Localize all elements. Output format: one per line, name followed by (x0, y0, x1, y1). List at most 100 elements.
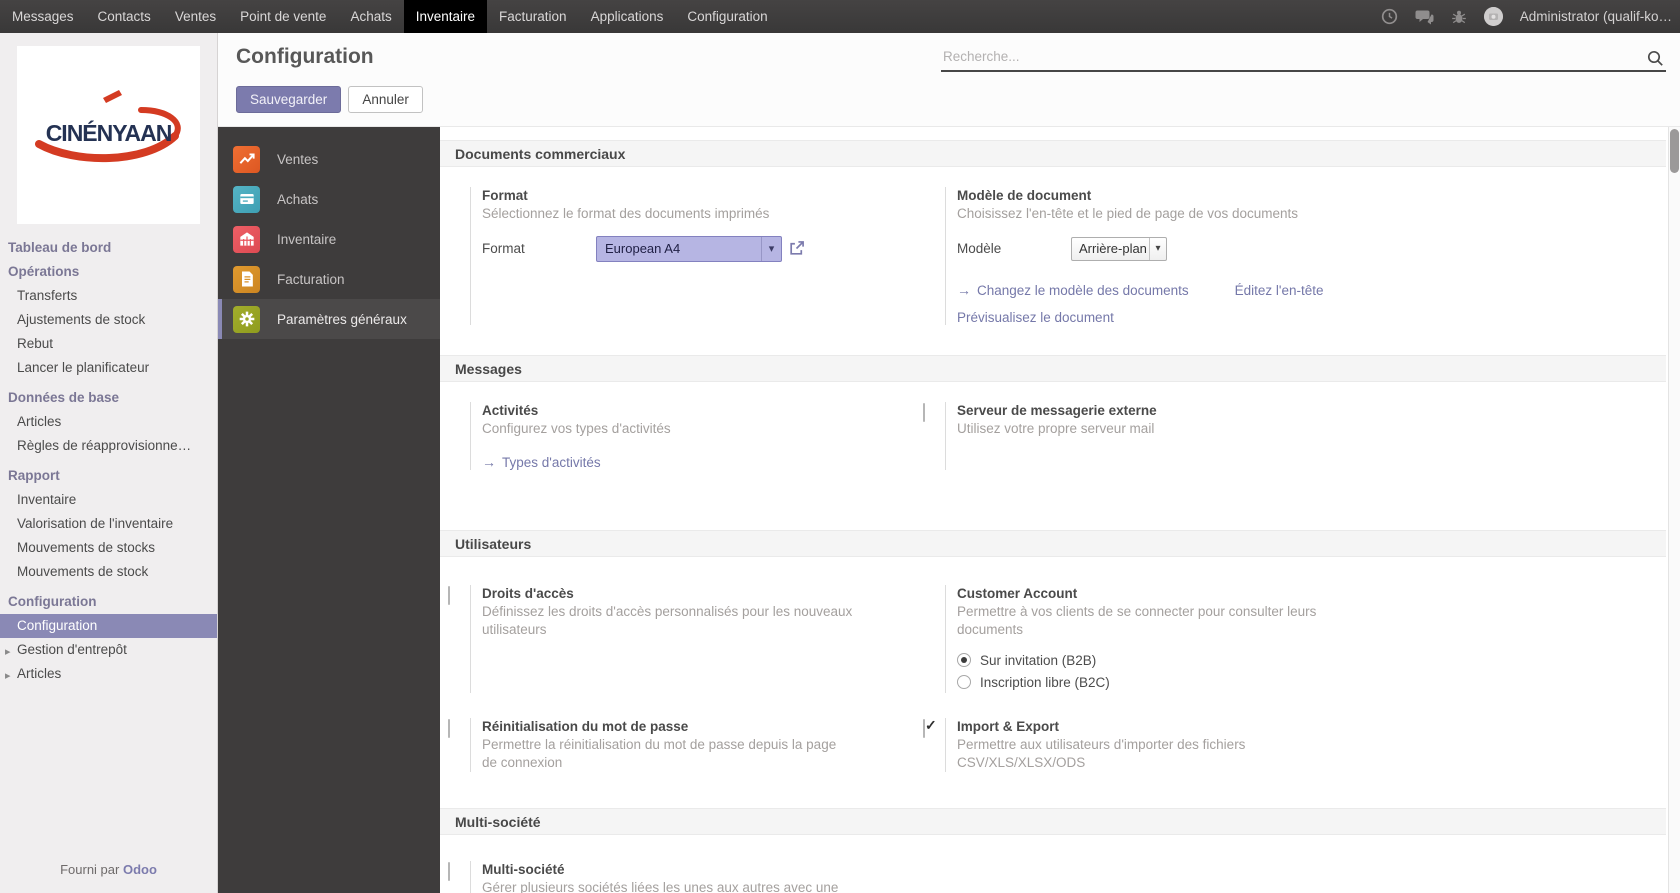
sidebar-item-articles[interactable]: Articles (0, 410, 217, 434)
building-icon (233, 225, 260, 253)
setting-desc: Permettre à vos clients de se connecter … (957, 604, 1317, 637)
setting-desc: Sélectionnez le format des documents imp… (482, 206, 770, 221)
chart-icon (233, 145, 260, 173)
sidebar-item-mouvements-stock[interactable]: Mouvements de stock (0, 560, 217, 584)
setting-box-customer-account: Customer Account Permettre à vos clients… (923, 585, 1640, 693)
user-menu[interactable]: Administrator (qualif-ko… (1520, 9, 1672, 24)
activity-types-link[interactable]: Types d'activités (502, 455, 601, 470)
radio-b2b[interactable]: Sur invitation (B2B) (957, 649, 1640, 671)
sidebar-item-operations[interactable]: Opérations (0, 260, 217, 284)
nav-point-de-vente[interactable]: Point de vente (228, 0, 338, 33)
search-icon[interactable] (1646, 49, 1664, 72)
scrollbar-thumb[interactable] (1670, 129, 1679, 173)
sidebar-item-rebut[interactable]: Rebut (0, 332, 217, 356)
chevron-down-icon: ▾ (1149, 237, 1166, 260)
radio-button[interactable] (957, 675, 971, 689)
paper-format-dropdown[interactable]: European A4 ▾ (596, 235, 782, 262)
sidebar-item-configuration-selected[interactable]: Configuration (0, 614, 217, 638)
sidebar-item-label: Gestion d'entrepôt (17, 642, 127, 657)
setting-box-reinitialisation: Réinitialisation du mot de passe Permett… (448, 718, 910, 772)
radio-label: Sur invitation (B2B) (980, 652, 1097, 668)
mail-server-checkbox[interactable] (923, 403, 925, 422)
arrow-right-icon: → (482, 454, 496, 470)
page-title: Configuration (236, 45, 374, 68)
section-title: Multi-société (455, 814, 541, 830)
setting-box-activites: Activités Configurez vos types d'activit… (448, 402, 910, 470)
password-reset-checkbox[interactable] (448, 719, 450, 738)
import-export-checkbox[interactable] (923, 719, 925, 738)
setting-desc: Utilisez votre propre serveur mail (957, 421, 1155, 436)
settings-nav: Ventes Achats Inventaire Facturation Par… (218, 127, 440, 893)
user-avatar[interactable] (1483, 7, 1503, 26)
settings-tab-label: Achats (277, 191, 319, 207)
settings-tab-facturation[interactable]: Facturation (218, 259, 440, 299)
radio-button[interactable] (957, 653, 971, 667)
sidebar-menu: Tableau de bord Opérations Transferts Aj… (0, 236, 217, 686)
edit-header-link[interactable]: Éditez l'en-tête (1235, 283, 1324, 298)
nav-ventes[interactable]: Ventes (163, 0, 228, 33)
change-template-link[interactable]: Changez le modèle des documents (977, 283, 1189, 298)
company-logo: CINÉNYAAN (17, 46, 200, 224)
sidebar-item-inventaire[interactable]: Inventaire (0, 488, 217, 512)
sidebar-item-transferts[interactable]: Transferts (0, 284, 217, 308)
section-title: Utilisateurs (455, 536, 532, 552)
powered-by-text: Fourni par (60, 862, 120, 877)
cancel-button[interactable]: Annuler (348, 86, 423, 113)
odoo-link[interactable]: Odoo (123, 862, 157, 877)
sidebar-item-regles-reappro[interactable]: Règles de réapprovisionne… (0, 434, 217, 458)
radio-label: Inscription libre (B2C) (980, 674, 1110, 690)
setting-box-format: Format Sélectionnez le format des docume… (448, 187, 910, 325)
field-label: Modèle (957, 241, 1002, 256)
section-utilisateurs: Utilisateurs (440, 530, 1666, 557)
access-rights-checkbox[interactable] (448, 586, 450, 605)
template-select[interactable]: Arrière-plan ▾ (1071, 236, 1167, 261)
settings-tab-ventes[interactable]: Ventes (218, 139, 440, 179)
nav-facturation[interactable]: Facturation (487, 0, 579, 33)
setting-desc: Configurez vos types d'activités (482, 421, 671, 436)
section-multi-societe: Multi-société (440, 808, 1666, 835)
sidebar-item-ajustements[interactable]: Ajustements de stock (0, 308, 217, 332)
logo-text: CINÉNYAAN (45, 120, 173, 146)
sidebar-item-configuration-header[interactable]: Configuration (0, 590, 217, 614)
powered-by: Fourni par Odoo (0, 862, 217, 877)
nav-contacts[interactable]: Contacts (86, 0, 163, 33)
scrollbar[interactable] (1668, 127, 1680, 893)
nav-achats[interactable]: Achats (338, 0, 403, 33)
sidebar-item-rapport[interactable]: Rapport (0, 464, 217, 488)
sidebar-item-tableau-de-bord[interactable]: Tableau de bord (0, 236, 217, 260)
card-icon (233, 185, 260, 213)
nav-inventaire-active[interactable]: Inventaire (403, 0, 488, 33)
sidebar-item-planificateur[interactable]: Lancer le planificateur (0, 356, 217, 380)
save-button[interactable]: Sauvegarder (236, 86, 342, 113)
settings-tab-label: Inventaire (277, 231, 337, 247)
nav-messages[interactable]: Messages (0, 0, 86, 33)
sidebar-item-donnees-de-base[interactable]: Données de base (0, 386, 217, 410)
setting-box-droits-acces: Droits d'accès Définissez les droits d'a… (448, 585, 910, 693)
sidebar-item-valorisation[interactable]: Valorisation de l'inventaire (0, 512, 217, 536)
chevron-right-icon: ▸ (5, 646, 11, 658)
nav-applications[interactable]: Applications (579, 0, 676, 33)
setting-title: Multi-société (482, 862, 565, 877)
bug-icon[interactable] (1451, 9, 1467, 25)
settings-tab-achats[interactable]: Achats (218, 179, 440, 219)
radio-b2c[interactable]: Inscription libre (B2C) (957, 671, 1640, 693)
sidebar-item-gestion-entrepot[interactable]: ▸ Gestion d'entrepôt (0, 638, 217, 662)
settings-content: Documents commerciaux Format Sélectionne… (440, 127, 1680, 893)
external-link-icon[interactable] (788, 240, 805, 257)
control-panel: Configuration Sauvegarder Annuler (218, 33, 1680, 127)
preview-document-link[interactable]: Prévisualisez le document (957, 310, 1114, 325)
settings-tab-parametres-generaux[interactable]: Paramètres généraux (218, 299, 440, 339)
setting-title: Serveur de messagerie externe (957, 403, 1157, 418)
chevron-down-icon: ▾ (761, 236, 781, 261)
search-input[interactable] (941, 39, 1631, 64)
clock-icon[interactable] (1381, 8, 1398, 25)
sidebar-item-mouvements-stocks[interactable]: Mouvements de stocks (0, 536, 217, 560)
settings-tab-inventaire[interactable]: Inventaire (218, 219, 440, 259)
section-title: Documents commerciaux (455, 146, 626, 162)
app-sidebar: CINÉNYAAN Tableau de bord Opérations Tra… (0, 33, 218, 893)
top-navbar: Messages Contacts Ventes Point de vente … (0, 0, 1680, 33)
nav-configuration[interactable]: Configuration (675, 0, 779, 33)
chat-icon[interactable] (1415, 9, 1434, 25)
sidebar-item-articles-config[interactable]: ▸ Articles (0, 662, 217, 686)
multi-company-checkbox[interactable] (448, 862, 450, 881)
